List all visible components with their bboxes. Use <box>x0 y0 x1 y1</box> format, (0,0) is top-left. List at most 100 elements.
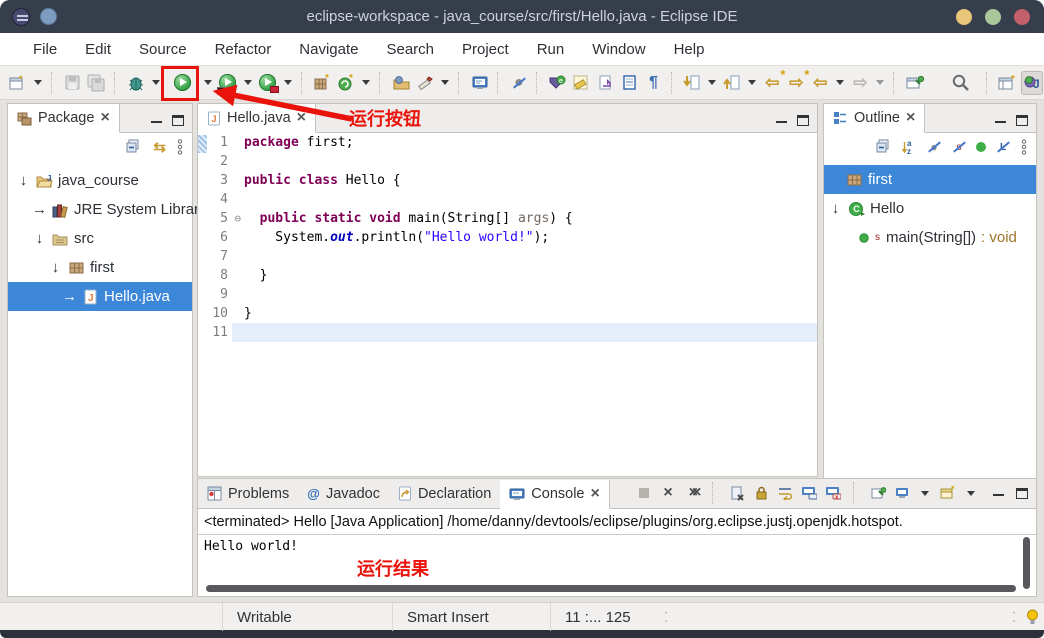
fold-collapse-icon[interactable]: ⊖ <box>234 209 241 228</box>
menu-run[interactable]: Run <box>524 37 578 62</box>
maximize-window-button[interactable] <box>985 9 1001 25</box>
save-all-button[interactable] <box>86 71 108 95</box>
annotate-button[interactable]: e <box>547 71 569 95</box>
titlebar[interactable]: eclipse-workspace - java_course/src/firs… <box>0 0 1044 33</box>
hide-local-types-icon[interactable]: L <box>995 139 1011 155</box>
menu-refactor[interactable]: Refactor <box>202 37 285 62</box>
open-perspective-button[interactable]: * <box>997 71 1019 95</box>
new-wizard-button[interactable]: * <box>7 71 29 95</box>
clear-console-button[interactable] <box>728 484 746 502</box>
code-line[interactable]: 4 <box>198 190 817 209</box>
close-icon[interactable]: × <box>100 110 109 126</box>
new-java-project-button[interactable]: * <box>311 71 333 95</box>
menu-navigate[interactable]: Navigate <box>286 37 371 62</box>
pen-tool-dropdown-icon[interactable] <box>441 80 449 85</box>
tab-console[interactable]: Console × <box>500 480 610 509</box>
tree-item-java-course[interactable]: ↓ J java_course <box>8 166 192 195</box>
collapse-all-icon[interactable] <box>876 139 893 155</box>
code-line[interactable]: 2 <box>198 152 817 171</box>
pin-editor-button[interactable] <box>904 71 926 95</box>
show-stderr-button[interactable]: x <box>824 484 842 502</box>
close-window-button[interactable] <box>1014 9 1030 25</box>
previous-annotation-dropdown-icon[interactable] <box>748 80 756 85</box>
tab-javadoc[interactable]: @ Javadoc <box>298 479 389 508</box>
code-line[interactable]: 11 <box>198 323 817 342</box>
show-whitespace-button[interactable]: ¶ <box>643 71 665 95</box>
display-console-button[interactable] <box>893 484 911 502</box>
pin-console-button[interactable] <box>869 484 887 502</box>
outline-item-first[interactable]: first <box>824 165 1036 194</box>
expand-arrow-icon[interactable]: ↓ <box>828 200 843 217</box>
word-wrap-button[interactable] <box>776 484 794 502</box>
expand-arrow-icon[interactable]: ↓ <box>48 259 63 276</box>
tab-problems[interactable]: Problems <box>198 479 298 508</box>
back-button[interactable]: ⇦ <box>809 71 831 95</box>
code-line[interactable]: 7 <box>198 247 817 266</box>
show-source-button[interactable] <box>595 71 617 95</box>
back-dropdown-icon[interactable] <box>836 80 844 85</box>
tab-hello-java[interactable]: J Hello.java × <box>198 104 316 133</box>
profile-dropdown-icon[interactable] <box>284 80 292 85</box>
coverage-dropdown-icon[interactable] <box>244 80 252 85</box>
terminate-button[interactable] <box>635 484 653 502</box>
expand-arrow-icon[interactable]: ↓ <box>32 230 47 247</box>
hide-static-members-icon[interactable]: s <box>951 139 967 155</box>
show-stdout-button[interactable] <box>800 484 818 502</box>
view-menu-icon[interactable] <box>1020 139 1028 155</box>
code-line[interactable]: 9 <box>198 285 817 304</box>
code-line[interactable]: 6 System.out.println("Hello world!"); <box>198 228 817 247</box>
maximize-view-icon[interactable] <box>172 115 184 126</box>
minimize-view-icon[interactable] <box>776 118 787 123</box>
run-dropdown-icon[interactable] <box>204 80 212 85</box>
code-line[interactable]: 8 } <box>198 266 817 285</box>
profile-button[interactable] <box>257 71 279 95</box>
show-selected-element-button[interactable] <box>619 71 641 95</box>
pen-tool-button[interactable] <box>414 71 436 95</box>
tree-item-src[interactable]: ↓ src <box>8 224 192 253</box>
outline-item-hello[interactable]: ↓ C Hello <box>824 194 1036 223</box>
code-editor[interactable]: 1package first;23public class Hello {45⊖… <box>198 133 817 342</box>
hide-non-public-icon[interactable] <box>976 142 986 152</box>
tab-outline[interactable]: Outline × <box>824 104 925 133</box>
code-line[interactable]: 10} <box>198 304 817 323</box>
new-element-dropdown-icon[interactable] <box>362 80 370 85</box>
menu-edit[interactable]: Edit <box>72 37 124 62</box>
horizontal-scrollbar[interactable] <box>206 585 1016 592</box>
next-annotation-button[interactable] <box>681 71 703 95</box>
minimize-window-button[interactable] <box>956 9 972 25</box>
open-task-button[interactable] <box>390 71 412 95</box>
vertical-scrollbar[interactable] <box>1023 537 1030 589</box>
link-with-editor-icon[interactable]: ⇆ <box>153 140 166 155</box>
next-edit-location-button[interactable]: ⇨* <box>785 71 807 95</box>
outline-item-main[interactable]: s main(String[]) : void <box>824 223 1036 252</box>
view-menu-icon[interactable] <box>176 139 184 155</box>
search-button[interactable] <box>949 71 971 95</box>
display-console-dropdown-icon[interactable] <box>921 491 929 496</box>
maximize-view-icon[interactable] <box>797 115 809 126</box>
code-line[interactable]: 1package first; <box>198 133 817 152</box>
close-icon[interactable]: × <box>906 110 915 126</box>
previous-edit-location-button[interactable]: ⇦* <box>761 71 783 95</box>
menu-file[interactable]: File <box>20 37 70 62</box>
tab-declaration[interactable]: Declaration <box>389 479 500 508</box>
debug-dropdown-icon[interactable] <box>152 80 160 85</box>
hide-fields-icon[interactable]: ● <box>926 139 942 155</box>
menu-project[interactable]: Project <box>449 37 522 62</box>
new-wizard-dropdown-icon[interactable] <box>34 80 42 85</box>
next-annotation-dropdown-icon[interactable] <box>708 80 716 85</box>
menu-search[interactable]: Search <box>373 37 447 62</box>
minimize-view-icon[interactable] <box>995 118 1006 123</box>
minimize-view-icon[interactable] <box>151 118 162 123</box>
minimize-view-icon[interactable] <box>993 491 1004 496</box>
run-button[interactable] <box>172 71 194 95</box>
expand-arrow-icon[interactable]: → <box>62 288 77 305</box>
code-line[interactable]: 5⊖ public static void main(String[] args… <box>198 209 817 228</box>
remove-launch-button[interactable]: × <box>659 484 677 502</box>
open-console-button[interactable]: * <box>939 484 957 502</box>
forward-dropdown-icon[interactable] <box>876 80 884 85</box>
code-line[interactable]: 3public class Hello { <box>198 171 817 190</box>
tree-item-jre-system-library[interactable]: → JRE System Library <box>8 195 192 224</box>
close-icon[interactable]: × <box>297 110 306 126</box>
close-icon[interactable]: × <box>591 486 600 502</box>
previous-annotation-button[interactable] <box>721 71 743 95</box>
